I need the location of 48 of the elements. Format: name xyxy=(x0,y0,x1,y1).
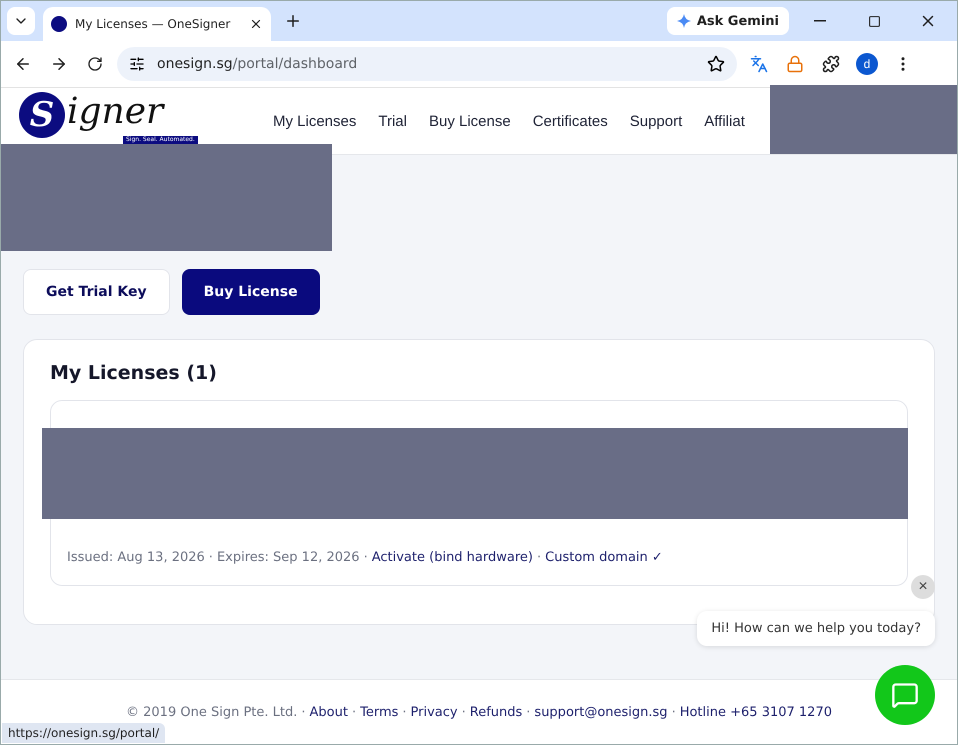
footer-link[interactable]: Terms xyxy=(360,704,398,720)
separator-dot: · xyxy=(301,704,306,720)
url-text: onesign.sg/portal/dashboard xyxy=(157,56,358,72)
footer-link[interactable]: Refunds xyxy=(470,704,522,720)
issued-date: Issued: Aug 13, 2026 xyxy=(67,550,205,565)
license-link[interactable]: Custom domain ✓ xyxy=(545,550,663,565)
buy-button[interactable]: Buy License xyxy=(182,269,320,315)
tab-list-button[interactable] xyxy=(7,7,35,35)
trial-key-button[interactable]: Get Trial Key xyxy=(23,269,170,315)
plus-icon xyxy=(284,12,302,30)
forward-arrow-icon xyxy=(50,55,68,73)
address-bar[interactable]: onesign.sg/portal/dashboard xyxy=(117,47,737,81)
reload-icon xyxy=(87,56,103,72)
nav-link[interactable]: Trial xyxy=(378,112,407,130)
separator-dot: · xyxy=(526,704,530,720)
nav-link[interactable]: Buy License xyxy=(428,112,511,130)
chat-message: Hi! How can we help you today? xyxy=(697,611,935,646)
separator-dot: · xyxy=(537,550,542,565)
expiry-date: Expires: Sep 12, 2026 xyxy=(216,550,360,565)
tab-title: My Licenses — OneSigner xyxy=(75,17,232,31)
sparkle-icon xyxy=(676,14,691,28)
gemini-button[interactable]: Ask Gemini xyxy=(666,7,789,35)
separator-dot: · xyxy=(364,550,368,565)
separator-dot: · xyxy=(402,704,407,720)
separator-dot: · xyxy=(672,704,676,720)
separator-dot: · xyxy=(208,550,213,565)
nav-link[interactable]: Support xyxy=(630,112,682,130)
footer-link[interactable]: Hotline +65 3107 1270 xyxy=(680,704,832,720)
separator-dot: · xyxy=(462,704,466,720)
maximize-icon xyxy=(868,14,880,28)
footer-link[interactable]: Privacy xyxy=(410,704,458,720)
license-link[interactable]: Activate (bind hardware) xyxy=(372,550,533,565)
footer-link[interactable]: About xyxy=(310,704,348,720)
nav-link[interactable]: Affiliat xyxy=(704,112,745,130)
close-icon[interactable] xyxy=(249,17,263,31)
nav-link[interactable]: Certificates xyxy=(532,112,608,130)
separator-dot: · xyxy=(352,704,356,720)
footer-link[interactable]: support@onesign.sg xyxy=(534,704,668,720)
bookmark-star-icon[interactable] xyxy=(707,55,725,73)
browser-tab[interactable]: My Licenses — OneSigner xyxy=(43,7,271,41)
favicon-icon xyxy=(51,16,67,32)
minimize-icon xyxy=(814,20,826,22)
section-title: My Licenses (1) xyxy=(50,362,218,384)
status-url: https://onesign.sg/portal/ xyxy=(2,723,166,743)
site-settings-icon[interactable] xyxy=(129,56,145,72)
nav-link[interactable]: My Licenses xyxy=(273,112,356,130)
chat-bubble-icon xyxy=(891,681,919,709)
copyright-text: © 2019 One Sign Pte. Ltd. xyxy=(126,704,298,720)
